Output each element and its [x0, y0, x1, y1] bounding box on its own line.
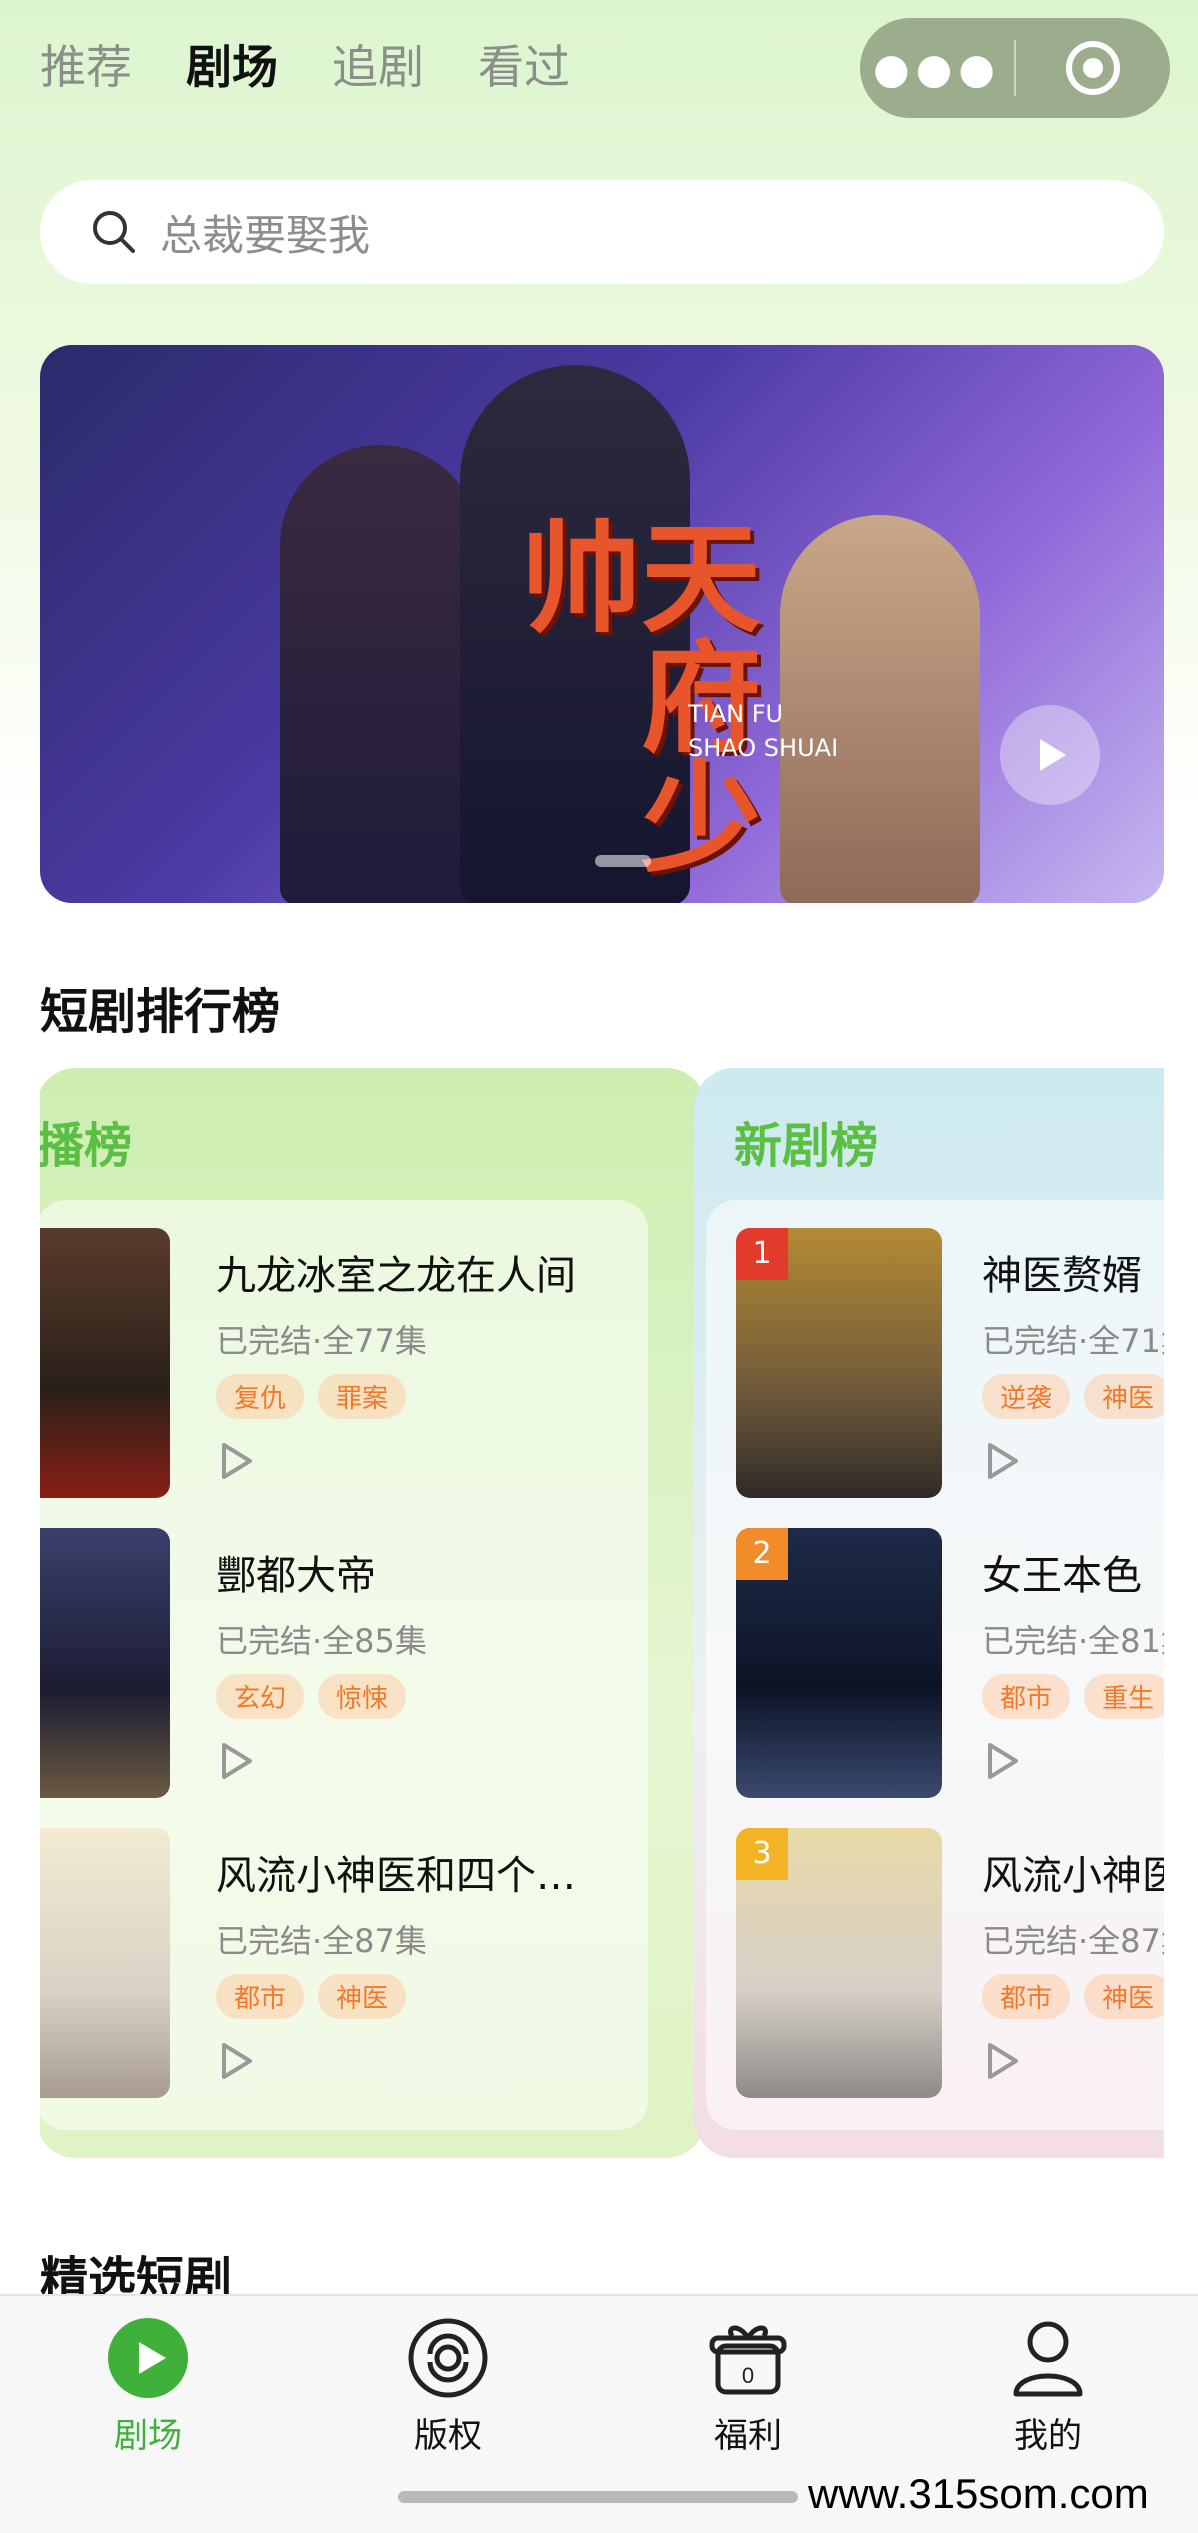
- poster-image: [40, 1828, 170, 2098]
- play-button[interactable]: [982, 2041, 1164, 2085]
- drama-title: 神医赘婿: [982, 1253, 1142, 1299]
- list-item[interactable]: 2 女王本色 已完结·全81集 都市重生: [706, 1528, 1164, 1798]
- nav-label: 剧场: [114, 2416, 182, 2456]
- tab-theater[interactable]: 剧场: [186, 36, 278, 98]
- search-bar[interactable]: 总裁要娶我: [40, 180, 1164, 284]
- rank-badge: 1: [736, 1228, 788, 1280]
- play-button[interactable]: [216, 1741, 427, 1785]
- play-outline-icon: [988, 1443, 1018, 1479]
- ranking-card-title: 新剧榜: [734, 1118, 879, 1174]
- nav-theater[interactable]: 剧场: [68, 2316, 228, 2457]
- list-item[interactable]: 1 神医赘婿 已完结·全71集 逆袭神医: [706, 1228, 1164, 1498]
- rank-badge: 3: [736, 1828, 788, 1880]
- tag: 都市: [982, 1674, 1071, 1719]
- drama-meta: 已完结·全85集: [216, 1622, 427, 1660]
- drama-title: 风流小神医和四个…: [216, 1853, 576, 1899]
- banner-figure-left: [280, 445, 480, 903]
- poster-image: [40, 1228, 170, 1498]
- play-outline-icon: [988, 1743, 1018, 1779]
- play-button[interactable]: [982, 1441, 1164, 1485]
- tag: 神医: [318, 1974, 407, 2019]
- tag: 重生: [1084, 1674, 1164, 1719]
- more-options-button[interactable]: ●●●: [860, 44, 1014, 93]
- play-button[interactable]: [982, 1741, 1164, 1785]
- top-tabs: 推荐 剧场 追剧 看过: [40, 36, 570, 98]
- rank-badge: 2: [736, 1528, 788, 1580]
- tag: 罪案: [318, 1374, 407, 1419]
- drama-meta: 已完结·全71集: [982, 1322, 1164, 1360]
- nav-welfare[interactable]: 0 福利: [668, 2316, 828, 2457]
- drama-meta: 已完结·全87集: [982, 1922, 1164, 1960]
- play-button[interactable]: [216, 2041, 576, 2085]
- tab-following[interactable]: 追剧: [332, 36, 424, 98]
- list-item[interactable]: 风流小神医和四个… 已完结·全87集 都市 神医: [40, 1828, 648, 2098]
- drama-meta: 已完结·全81集: [982, 1622, 1164, 1660]
- ranking-card: 新剧榜 1 神医赘婿 已完结·全71集 逆袭神医 2 女王本色: [694, 1068, 1164, 2158]
- play-outline-icon: [222, 2043, 252, 2079]
- nav-copyright[interactable]: 版权: [368, 2316, 528, 2457]
- drama-meta: 已完结·全77集: [216, 1322, 427, 1360]
- nav-label: 福利: [714, 2416, 782, 2456]
- close-miniprogram-button[interactable]: [1016, 39, 1170, 97]
- ranking-list: 九龙冰室之龙在人间 已完结·全77集 复仇 罪案 酆都大帝 已完结·全85集 玄幻…: [40, 1200, 648, 2130]
- play-icon: [1040, 739, 1066, 771]
- play-outline-icon: [988, 2043, 1018, 2079]
- tag: 神医: [1084, 1374, 1164, 1419]
- banner-pinyin: TIAN FU SHAO SHUAI: [688, 700, 839, 762]
- search-icon: [93, 211, 135, 253]
- drama-title: 女王本色: [982, 1553, 1142, 1599]
- target-icon: [1066, 41, 1120, 95]
- tag: 惊悚: [318, 1674, 407, 1719]
- play-outline-icon: [222, 1743, 252, 1779]
- watermark-text: www.315som.com: [808, 2470, 1149, 2517]
- poster-image: 1: [736, 1228, 942, 1498]
- play-outline-icon: [222, 1443, 252, 1479]
- tag: 玄幻: [216, 1674, 305, 1719]
- ranking-carousel[interactable]: 播榜 九龙冰室之龙在人间 已完结·全77集 复仇 罪案 酆都大帝 已完结·全85集…: [40, 1068, 1164, 2160]
- tag: 都市: [982, 1974, 1071, 2019]
- play-icon: [108, 2318, 188, 2398]
- tag: 复仇: [216, 1374, 305, 1419]
- tab-recommend[interactable]: 推荐: [40, 36, 132, 98]
- gift-badge: 0: [742, 2363, 754, 2388]
- carousel-indicator: [595, 855, 651, 867]
- ranking-card: 播榜 九龙冰室之龙在人间 已完结·全77集 复仇 罪案 酆都大帝 已完结·全85集…: [40, 1068, 706, 2158]
- poster-image: [40, 1528, 170, 1798]
- ranking-card-title: 播榜: [40, 1118, 133, 1174]
- nav-label: 版权: [414, 2416, 482, 2456]
- play-button[interactable]: [216, 1441, 576, 1485]
- poster-image: 3: [736, 1828, 942, 2098]
- ranking-list: 1 神医赘婿 已完结·全71集 逆袭神医 2 女王本色 已完结·全81集 都市重…: [706, 1200, 1164, 2130]
- drama-meta: 已完结·全87集: [216, 1922, 427, 1960]
- user-icon: [1013, 2321, 1083, 2397]
- poster-image: 2: [736, 1528, 942, 1798]
- nav-profile[interactable]: 我的: [968, 2316, 1128, 2457]
- nav-label: 我的: [1014, 2416, 1082, 2456]
- tag: 神医: [1084, 1974, 1164, 2019]
- list-item[interactable]: 3 风流小神医 已完结·全87集 都市神医: [706, 1828, 1164, 2098]
- list-item[interactable]: 九龙冰室之龙在人间 已完结·全77集 复仇 罪案: [40, 1228, 648, 1498]
- list-item[interactable]: 酆都大帝 已完结·全85集 玄幻 惊悚: [40, 1528, 648, 1798]
- miniprogram-capsule: ●●●: [860, 18, 1170, 118]
- home-indicator[interactable]: [398, 2491, 798, 2503]
- tag: 逆袭: [982, 1374, 1071, 1419]
- tag: 都市: [216, 1974, 305, 2019]
- drama-title: 九龙冰室之龙在人间: [216, 1253, 576, 1299]
- drama-title: 风流小神医: [982, 1853, 1164, 1899]
- search-placeholder: 总裁要娶我: [160, 210, 371, 260]
- tab-watched[interactable]: 看过: [478, 36, 570, 98]
- drama-title: 酆都大帝: [216, 1553, 376, 1599]
- banner-carousel[interactable]: 天府少帅 TIAN FU SHAO SHUAI: [40, 345, 1164, 903]
- copyright-icon: [408, 2318, 488, 2398]
- gift-icon: 0: [709, 2325, 787, 2395]
- ranking-section-title: 短剧排行榜: [40, 984, 281, 1040]
- banner-play-button[interactable]: [1000, 705, 1100, 805]
